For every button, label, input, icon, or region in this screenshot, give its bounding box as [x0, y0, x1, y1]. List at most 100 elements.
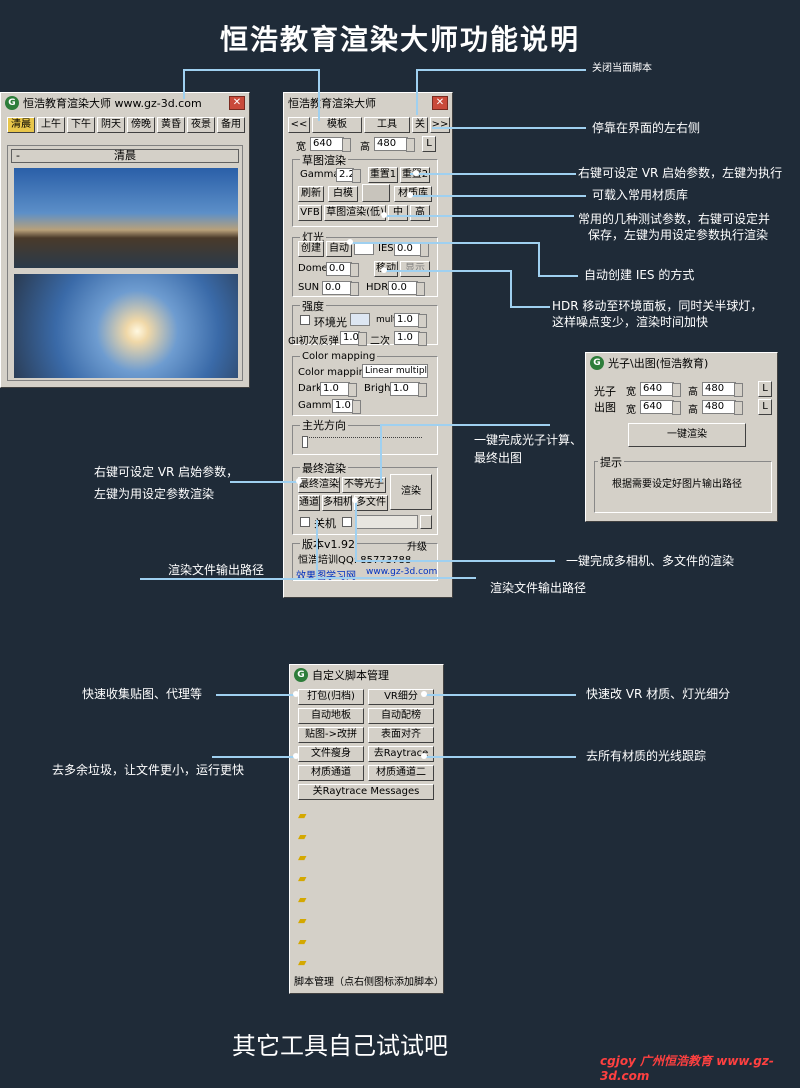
width-field[interactable]: 640	[310, 137, 351, 152]
draft-high-button[interactable]: 高	[410, 205, 430, 221]
photon-width-field[interactable]: 640	[640, 382, 681, 397]
tab-overcast[interactable]: 阴天	[97, 117, 125, 133]
hdri-thumbnail-dawn[interactable]	[14, 168, 238, 268]
shutdown-checkbox[interactable]	[300, 517, 310, 527]
site-right-link[interactable]: www.gz-3d.com	[366, 567, 437, 577]
folder-icon[interactable]: ▰	[298, 851, 306, 864]
one-click-render-button[interactable]: 一键渲染	[628, 423, 746, 447]
hdr-field[interactable]: 0.0	[388, 281, 425, 296]
surface-align-button[interactable]: 表面对齐	[368, 727, 434, 743]
create-button[interactable]: 创建	[298, 241, 324, 257]
leader-line	[424, 756, 576, 758]
tab-morning[interactable]: 上午	[37, 117, 65, 133]
folder-icon[interactable]: ▰	[298, 935, 306, 948]
vfb-button[interactable]: VFB	[298, 205, 322, 221]
env-swatch[interactable]	[350, 313, 370, 326]
main-window-titlebar: 恒浩教育渲染大师 ✕	[284, 93, 452, 113]
color-swatch[interactable]	[362, 184, 390, 202]
leader-line	[380, 424, 550, 426]
output-path-checkbox[interactable]	[342, 517, 352, 527]
leader-line	[140, 578, 316, 580]
folder-icon[interactable]: ▰	[298, 914, 306, 927]
folder-icon[interactable]: ▰	[298, 872, 306, 885]
draft-group-title: 草图渲染	[300, 152, 348, 168]
multi-file-button[interactable]: 多文件	[354, 495, 388, 511]
next-button[interactable]: >>	[430, 117, 450, 133]
sun-field[interactable]: 0.0	[322, 281, 359, 296]
auto-floor-button[interactable]: 自动地板	[298, 708, 364, 724]
dome-field[interactable]: 0.0	[326, 262, 359, 277]
output-height-field[interactable]: 480	[702, 400, 743, 415]
tab-afternoon[interactable]: 下午	[67, 117, 95, 133]
folder-icon[interactable]: ▰	[298, 956, 306, 969]
file-slim-button[interactable]: 文件瘦身	[298, 746, 364, 762]
output-width-field[interactable]: 640	[640, 400, 681, 415]
gi-field[interactable]: 1.0	[340, 331, 367, 346]
ies-field[interactable]: 0.0	[394, 242, 429, 257]
output-path-browse[interactable]	[420, 515, 432, 529]
leader-line	[510, 270, 512, 308]
leader-line	[432, 127, 586, 129]
tab-night[interactable]: 夜景	[187, 117, 215, 133]
cm-gamma-field[interactable]: 1.0	[332, 399, 361, 414]
bright-field[interactable]: 1.0	[390, 382, 427, 397]
leader-line	[355, 560, 555, 562]
material-channel-2-button[interactable]: 材质通道二	[368, 765, 434, 781]
leader-line	[416, 69, 418, 115]
annotation-hdr-2: 这样噪点变少，渲染时间加快	[552, 315, 709, 329]
photon-height-field[interactable]: 480	[702, 382, 743, 397]
annotation-vr-subdiv: 快速改 VR 材质、灯光细分	[586, 687, 731, 701]
leader-line	[216, 694, 296, 696]
leader-dot	[407, 192, 413, 198]
dark-field[interactable]: 1.0	[320, 382, 357, 397]
photon-lock-button[interactable]: L	[758, 381, 772, 397]
lock-ratio-button[interactable]: L	[422, 136, 436, 152]
material-channel-button[interactable]: 材质通道	[298, 765, 364, 781]
reset1-button[interactable]: 重置1	[368, 167, 398, 183]
tools-button[interactable]: 工具	[364, 117, 410, 133]
material-library-button[interactable]: 材质库	[394, 186, 432, 202]
gamma-field[interactable]: 2.2	[336, 168, 361, 183]
folder-icon[interactable]: ▰	[298, 809, 306, 822]
tab-spare[interactable]: 备用	[217, 117, 245, 133]
leader-dot	[421, 691, 427, 697]
second-field[interactable]: 1.0	[394, 331, 427, 346]
draft-mid-button[interactable]: 中	[388, 205, 408, 221]
tab-evening[interactable]: 黄昏	[157, 117, 185, 133]
folder-icon[interactable]: ▰	[298, 830, 306, 843]
map-tile-button[interactable]: 贴图->改拼	[298, 727, 364, 743]
refresh-button[interactable]: 刷新	[298, 186, 324, 202]
dome-label: Dome	[298, 263, 328, 274]
raytrace-messages-button[interactable]: 关Raytrace Messages	[298, 784, 434, 800]
hdri-thumbnail-sunrise[interactable]	[14, 274, 238, 378]
render-button[interactable]: 渲染	[390, 474, 432, 510]
leader-line	[230, 481, 300, 483]
page-title: 恒浩教育渲染大师功能说明	[219, 23, 580, 56]
folder-icon[interactable]: ▰	[298, 893, 306, 906]
tab-dawn[interactable]: 清晨	[7, 117, 35, 133]
white-model-button[interactable]: 白模	[328, 186, 358, 202]
mult-field[interactable]: 1.0	[394, 313, 427, 328]
output-path-field[interactable]	[356, 515, 418, 529]
multi-camera-button[interactable]: 多相机	[322, 495, 352, 511]
close-script-button[interactable]: 关	[412, 117, 428, 133]
auto-baseboard-button[interactable]: 自动配榜	[368, 708, 434, 724]
show-button[interactable]: 显示	[400, 261, 430, 277]
app-icon: G	[590, 356, 604, 370]
cm-select[interactable]: Linear multipl	[362, 364, 428, 378]
close-icon[interactable]: ✕	[229, 96, 245, 110]
main-light-slider[interactable]	[302, 436, 422, 448]
output-lock-button[interactable]: L	[758, 399, 772, 415]
archive-button[interactable]: 打包(归档)	[298, 689, 364, 705]
leader-line	[380, 424, 382, 482]
height-field[interactable]: 480	[374, 137, 415, 152]
rollout-header[interactable]: - 清晨	[11, 149, 239, 163]
close-icon[interactable]: ✕	[432, 96, 448, 110]
env-checkbox[interactable]	[300, 315, 310, 325]
tab-dusk[interactable]: 傍晚	[127, 117, 155, 133]
channel-button[interactable]: 通道	[298, 495, 320, 511]
prev-button[interactable]: <<	[288, 117, 310, 133]
slider-thumb[interactable]	[302, 436, 308, 448]
draft-low-button[interactable]: 草图渲染(低)	[324, 205, 386, 221]
final-render-button[interactable]: 最终渲染	[298, 477, 340, 493]
